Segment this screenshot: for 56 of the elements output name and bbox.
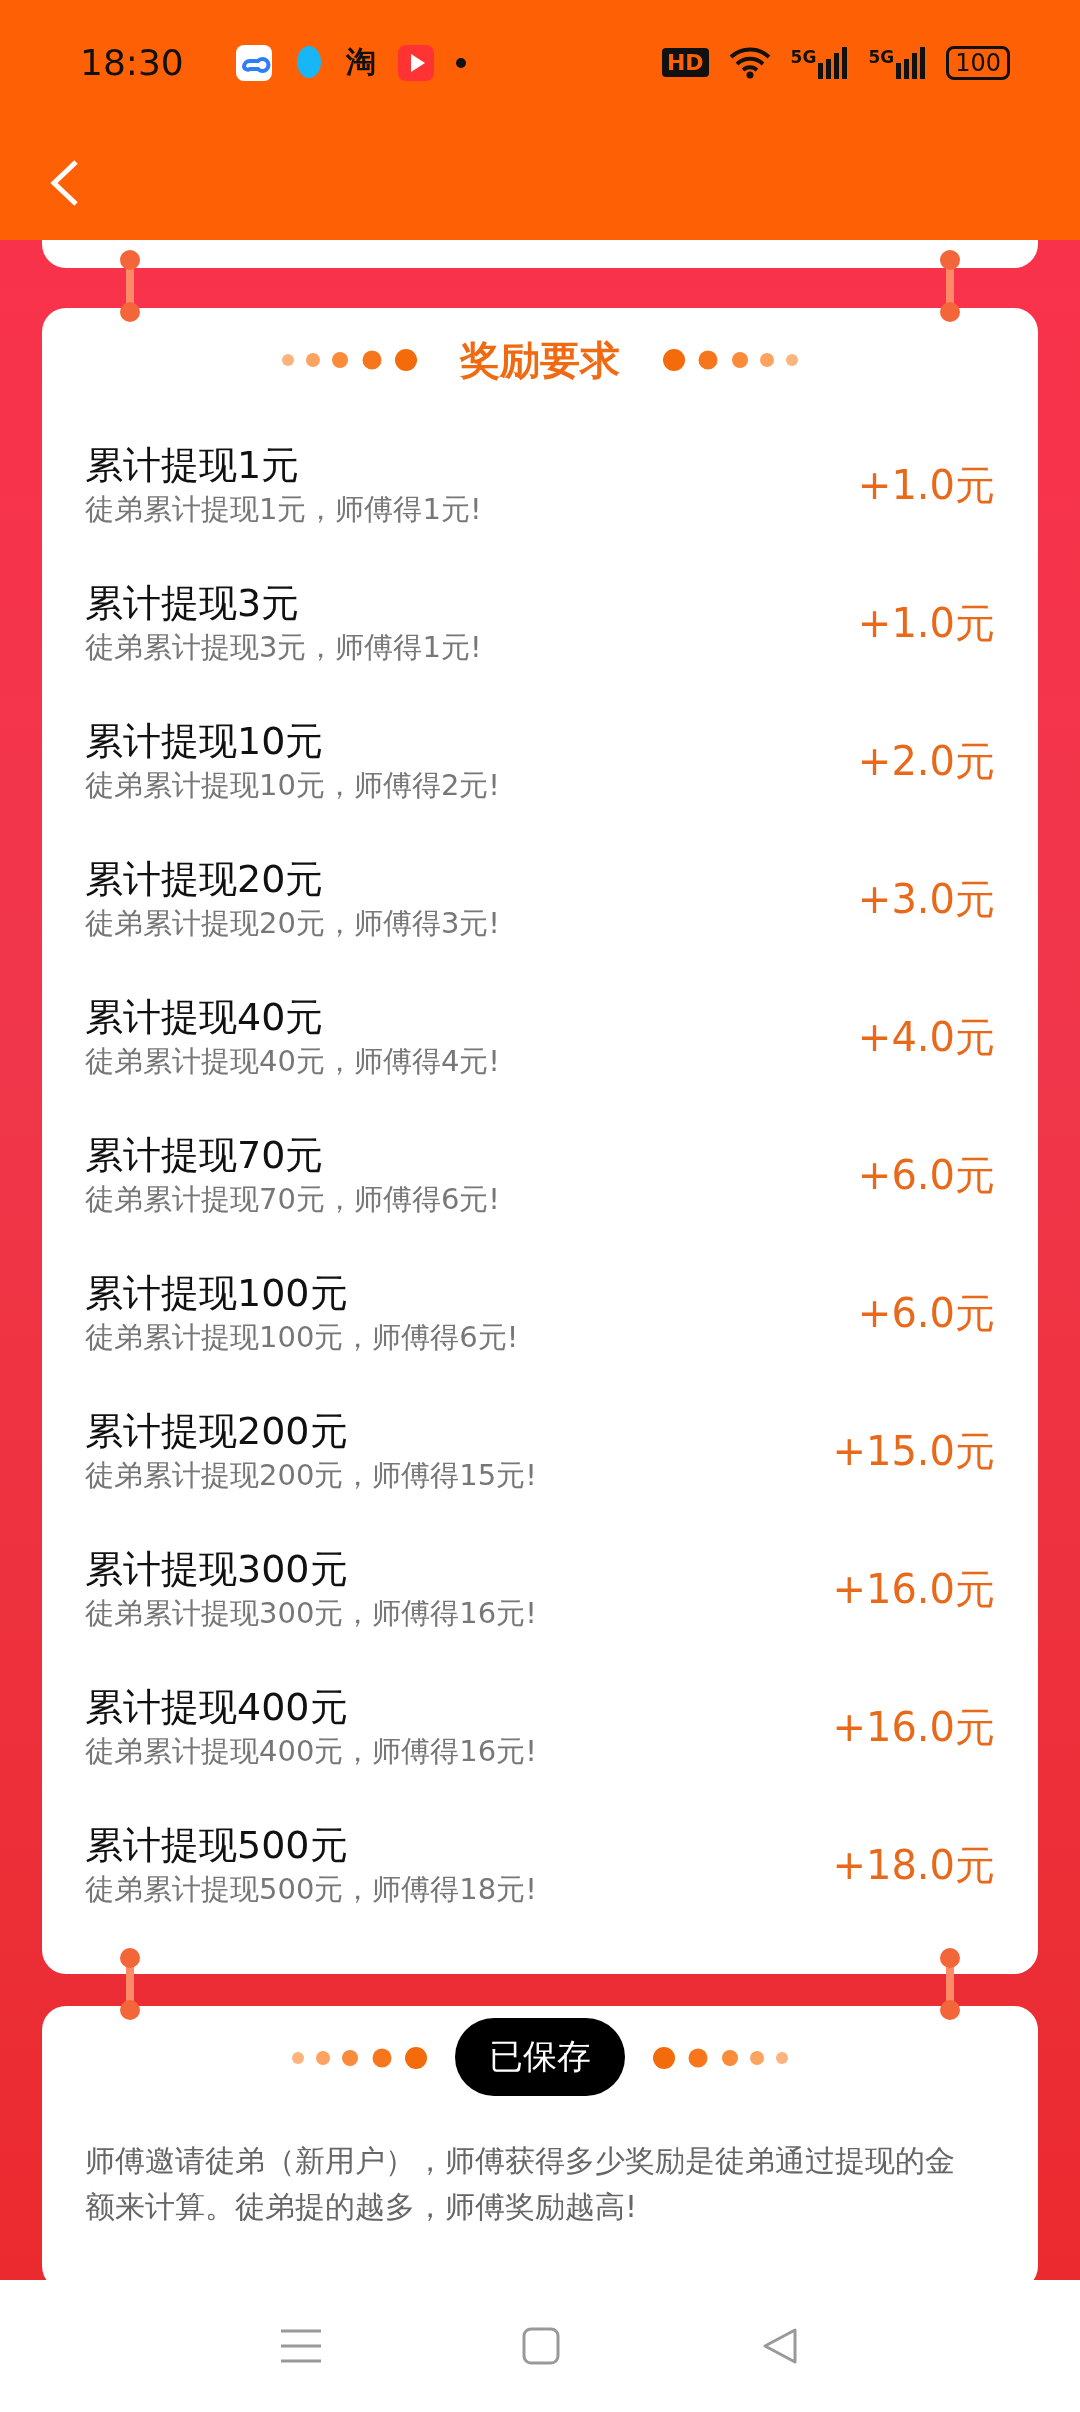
reward-amount: +6.0元 bbox=[857, 1150, 995, 1200]
reward-title: 累计提现40元 bbox=[85, 994, 325, 1041]
reward-description: 徒弟累计提现1元，师傅得1元! bbox=[85, 491, 482, 528]
hanger-pin-icon bbox=[118, 250, 142, 322]
status-time: 18:30 bbox=[80, 42, 184, 83]
reward-title: 累计提现400元 bbox=[85, 1684, 349, 1731]
hanger-pin-icon bbox=[938, 1948, 962, 2020]
hanger-pin-icon bbox=[938, 250, 962, 322]
reward-title: 累计提现3元 bbox=[85, 580, 301, 627]
video-app-icon bbox=[397, 44, 434, 81]
reward-amount: +4.0元 bbox=[857, 1012, 995, 1062]
home-icon[interactable] bbox=[522, 2327, 560, 2365]
reward-title: 累计提现300元 bbox=[85, 1546, 349, 1593]
section-title: 奖励要求 bbox=[460, 335, 620, 385]
taobao-app-icon: 淘 bbox=[345, 42, 376, 83]
wifi-icon bbox=[728, 46, 771, 79]
reward-description: 徒弟累计提现400元，师傅得16元! bbox=[85, 1733, 537, 1770]
cloud-app-icon bbox=[235, 44, 272, 81]
reward-title: 累计提现20元 bbox=[85, 856, 325, 903]
reward-amount: +18.0元 bbox=[832, 1840, 995, 1890]
reward-description: 徒弟累计提现100元，师傅得6元! bbox=[85, 1319, 519, 1356]
reward-amount: +16.0元 bbox=[832, 1702, 995, 1752]
reward-description: 徒弟累计提现200元，师傅得15元! bbox=[85, 1457, 537, 1494]
dots-icon bbox=[650, 2046, 790, 2070]
reward-amount: +16.0元 bbox=[832, 1564, 995, 1614]
reward-amount: +6.0元 bbox=[857, 1288, 995, 1338]
reward-description: 徒弟累计提现3元，师傅得1元! bbox=[85, 629, 482, 666]
dots-icon bbox=[660, 348, 800, 372]
back-icon[interactable] bbox=[761, 2327, 800, 2365]
reward-description: 徒弟累计提现300元，师傅得16元! bbox=[85, 1595, 537, 1632]
rules-paragraph: 师傅邀请徒弟（新用户），师傅获得多少奖励是徒弟通过提现的金额来计算。徒弟提的越多，师傅奖励越高! bbox=[85, 2142, 956, 2226]
reward-amount: +1.0元 bbox=[857, 598, 995, 648]
back-icon[interactable] bbox=[48, 157, 80, 208]
reward-description: 徒弟累计提现70元，师傅得6元! bbox=[85, 1181, 500, 1218]
reward-description: 徒弟累计提现40元，师傅得4元! bbox=[85, 1043, 500, 1080]
menu-icon[interactable] bbox=[280, 2328, 321, 2364]
reward-title: 累计提现70元 bbox=[85, 1132, 325, 1179]
hd-badge: HD bbox=[661, 48, 709, 77]
notification-dot-icon bbox=[455, 57, 466, 68]
reward-title: 累计提现100元 bbox=[85, 1270, 349, 1317]
reward-amount: +15.0元 bbox=[832, 1426, 995, 1476]
reward-title: 累计提现200元 bbox=[85, 1408, 349, 1455]
reward-description: 徒弟累计提现500元，师傅得18元! bbox=[85, 1871, 537, 1908]
reward-amount: +3.0元 bbox=[857, 874, 995, 924]
reward-amount: +1.0元 bbox=[857, 460, 995, 510]
saved-toast: 已保存 bbox=[455, 2018, 625, 2096]
hanger-pin-icon bbox=[118, 1948, 142, 2020]
battery-icon: 100 bbox=[946, 45, 1010, 80]
reward-description: 徒弟累计提现20元，师傅得3元! bbox=[85, 905, 500, 942]
reward-title: 累计提现500元 bbox=[85, 1822, 349, 1869]
reward-title: 累计提现1元 bbox=[85, 442, 301, 489]
dots-icon bbox=[290, 2046, 430, 2070]
reward-description: 徒弟累计提现10元，师傅得2元! bbox=[85, 767, 500, 804]
dots-icon bbox=[280, 348, 420, 372]
reward-amount: +2.0元 bbox=[857, 736, 995, 786]
reward-title: 累计提现10元 bbox=[85, 718, 325, 765]
